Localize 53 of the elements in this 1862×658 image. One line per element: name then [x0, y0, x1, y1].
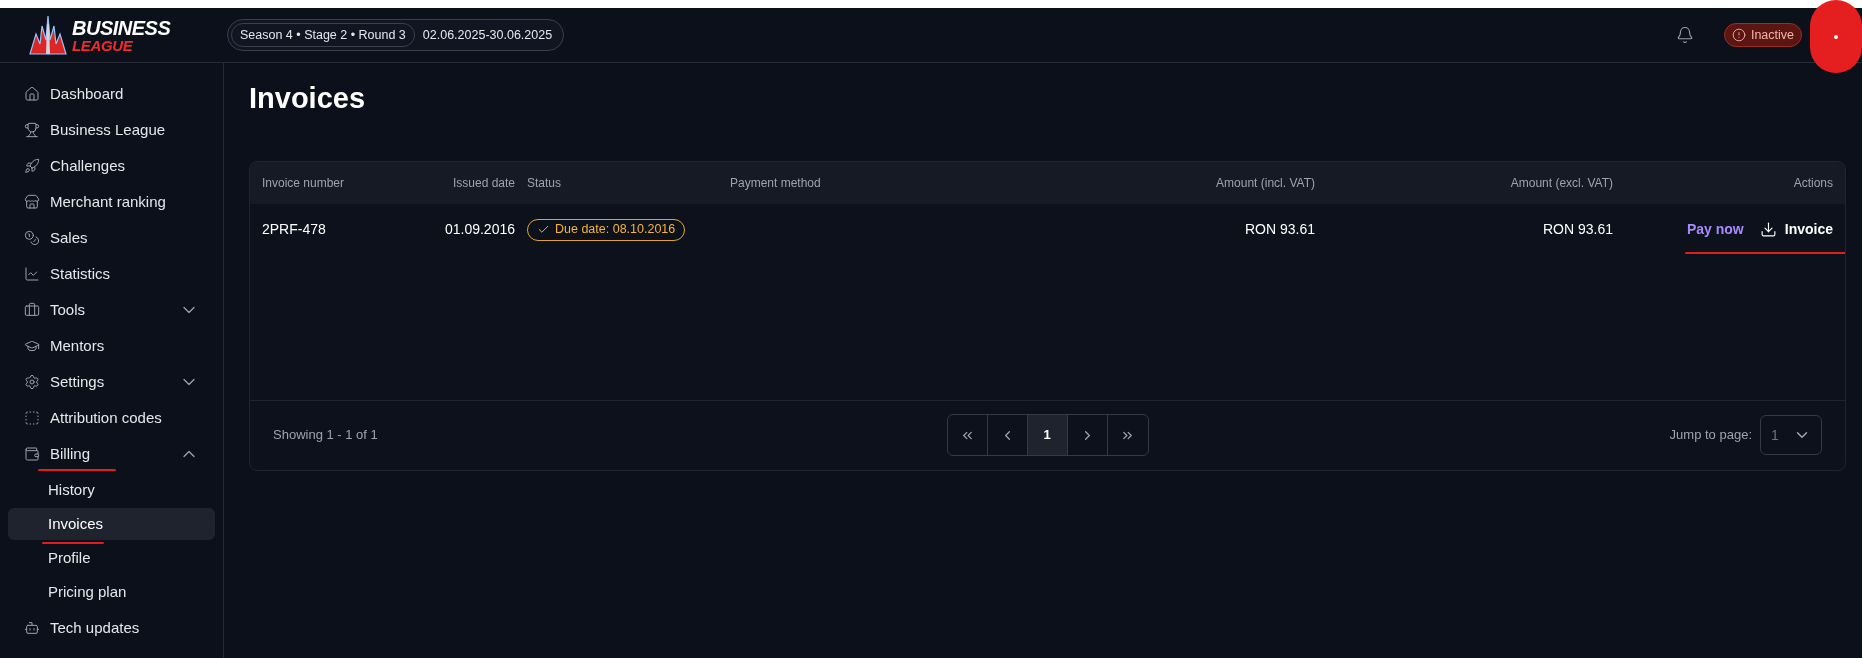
castle-logo-icon — [28, 14, 68, 56]
sidebar-item[interactable]: Tech updates — [8, 610, 215, 646]
line-chart-icon — [24, 266, 40, 282]
sidebar-item[interactable]: Settings — [8, 364, 215, 400]
column-header: Invoice number — [262, 174, 345, 192]
check-icon — [537, 223, 550, 236]
column-header: Amount (excl. VAT) — [1510, 174, 1613, 192]
inactive-badge: Inactive — [1723, 23, 1802, 47]
table-cell-text: RON 93.61 — [1244, 220, 1315, 239]
coins-icon — [24, 230, 40, 246]
home-icon — [24, 86, 40, 102]
table-cell-text: RON 93.61 — [1542, 220, 1613, 239]
page-title: Invoices — [249, 81, 367, 116]
graduation-cap-icon — [24, 338, 40, 354]
download-invoice-link[interactable]: Invoice — [1759, 219, 1833, 240]
season-dates: 02.06.2025-30.06.2025 — [421, 26, 554, 44]
sidebar-item[interactable]: Challenges — [8, 148, 215, 184]
trophy-icon — [24, 122, 40, 138]
pay-now-link[interactable]: Pay now — [1686, 219, 1744, 240]
jump-to-page-label: Jump to page: — [1669, 426, 1752, 445]
column-header: Issued date — [452, 174, 515, 192]
sidebar-item[interactable]: Billing — [8, 436, 215, 472]
column-header: Actions — [1793, 174, 1833, 192]
rocket-icon — [24, 158, 40, 174]
column-header: Status — [526, 174, 562, 192]
briefcase-icon — [24, 302, 40, 318]
sidebar-subitem[interactable]: Profile — [8, 542, 215, 574]
sidebar-item[interactable]: Merchant ranking — [8, 184, 215, 220]
page-number-button[interactable]: 1 — [1027, 415, 1068, 455]
page-select[interactable]: 1 — [1760, 415, 1822, 455]
column-header: Amount (incl. VAT) — [1216, 174, 1315, 192]
column-header: Payment method — [730, 174, 821, 192]
logo-text: BUSINESS LEAGUE — [72, 17, 171, 53]
alert-icon — [1731, 28, 1746, 42]
wallet-icon — [24, 446, 40, 462]
download-icon — [1759, 221, 1777, 238]
table-cell-text: 01.09.2016 — [444, 220, 515, 239]
sidebar-item[interactable]: Business League — [8, 112, 215, 148]
notification-bell-icon[interactable] — [1675, 26, 1694, 44]
showing-summary: Showing 1 - 1 of 1 — [273, 426, 378, 445]
sidebar-item[interactable]: Dashboard — [8, 76, 215, 112]
table-cell-text: 2PRF-478 — [262, 220, 326, 239]
sidebar-item[interactable]: Sales — [8, 220, 215, 256]
settings-icon — [24, 374, 40, 390]
sidebar-subitem[interactable]: Pricing plan — [8, 576, 215, 608]
sidebar-subitem[interactable]: History — [8, 474, 215, 506]
robot-icon — [24, 620, 40, 636]
sidebar-item[interactable]: Statistics — [8, 256, 215, 292]
sidebar-item[interactable]: Attribution codes — [8, 400, 215, 436]
dashed-square-icon — [24, 410, 40, 426]
sidebar-item[interactable]: Tools — [8, 292, 215, 328]
sidebar-item[interactable]: Mentors — [8, 328, 215, 364]
store-icon — [24, 194, 40, 210]
